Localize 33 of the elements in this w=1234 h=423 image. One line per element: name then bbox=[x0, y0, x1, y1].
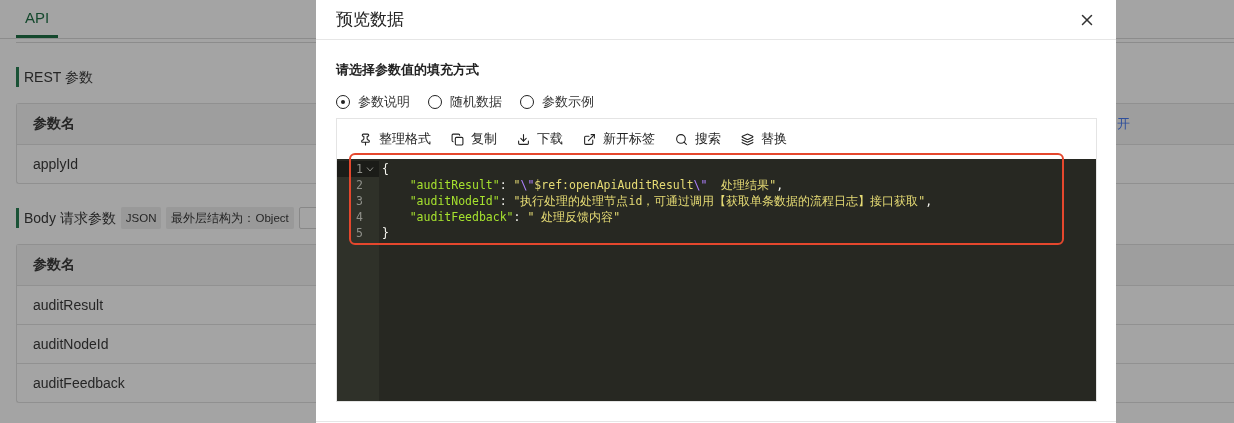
line-number: 1 bbox=[355, 161, 363, 177]
api-tab[interactable]: API bbox=[16, 0, 58, 38]
tag: JSON bbox=[120, 207, 162, 229]
line-number: 4 bbox=[355, 209, 363, 225]
radio-option[interactable]: 随机数据 bbox=[428, 93, 502, 111]
code-line: "auditFeedback": " 处理反馈内容" bbox=[408, 209, 621, 225]
toolbar-button[interactable]: 复制 bbox=[451, 130, 497, 148]
section-title: Body 请求参数 bbox=[16, 208, 116, 228]
tag: 最外层结构为：Object bbox=[166, 207, 294, 229]
radio-option[interactable]: 参数说明 bbox=[336, 93, 410, 111]
line-number: 5 bbox=[355, 225, 363, 241]
code-line: "auditResult": "\"$ref:openApiAuditResult\" 处理结果", bbox=[408, 177, 784, 193]
code-line: } bbox=[381, 225, 389, 241]
table-cell: applyId bbox=[33, 156, 79, 172]
table-cell: auditResult bbox=[33, 297, 104, 313]
toolbar-button[interactable]: 搜索 bbox=[675, 130, 721, 148]
line-number: 2 bbox=[355, 177, 363, 193]
fill-mode-label: 请选择参数值的填充方式 bbox=[336, 61, 480, 79]
code-editor[interactable]: 1 { 2 "auditResult": "\"$ref:openApiAuditResult\" 处理结果", 3 "auditNodeId": "执行处理的处理节点id，可通过调用【获取单条数据的流程日志】接口获取", 4 "auditFeedback": " 处理反馈内容" 5 } bbox=[337, 159, 1096, 401]
code-line: { bbox=[381, 161, 389, 177]
section-title: REST 参数 bbox=[16, 67, 93, 87]
line-number: 3 bbox=[355, 193, 363, 209]
table-cell: auditNodeId bbox=[33, 336, 109, 352]
toolbar-button[interactable]: 整理格式 bbox=[359, 130, 431, 148]
column-header: 参数名 bbox=[33, 256, 75, 274]
table-cell: auditFeedback bbox=[33, 375, 125, 391]
column-header: 参数名 bbox=[33, 115, 75, 133]
toolbar-button[interactable]: 下载 bbox=[517, 130, 563, 148]
code-line: "auditNodeId": "执行处理的处理节点id，可通过调用【获取单条数据的流程日志】接口获取", bbox=[408, 193, 933, 209]
toolbar-button[interactable]: 替换 bbox=[741, 130, 787, 148]
dialog-title: 预览数据 bbox=[336, 9, 404, 31]
radio-option[interactable]: 参数示例 bbox=[520, 93, 594, 111]
toolbar-button[interactable]: 新开标签 bbox=[583, 130, 655, 148]
